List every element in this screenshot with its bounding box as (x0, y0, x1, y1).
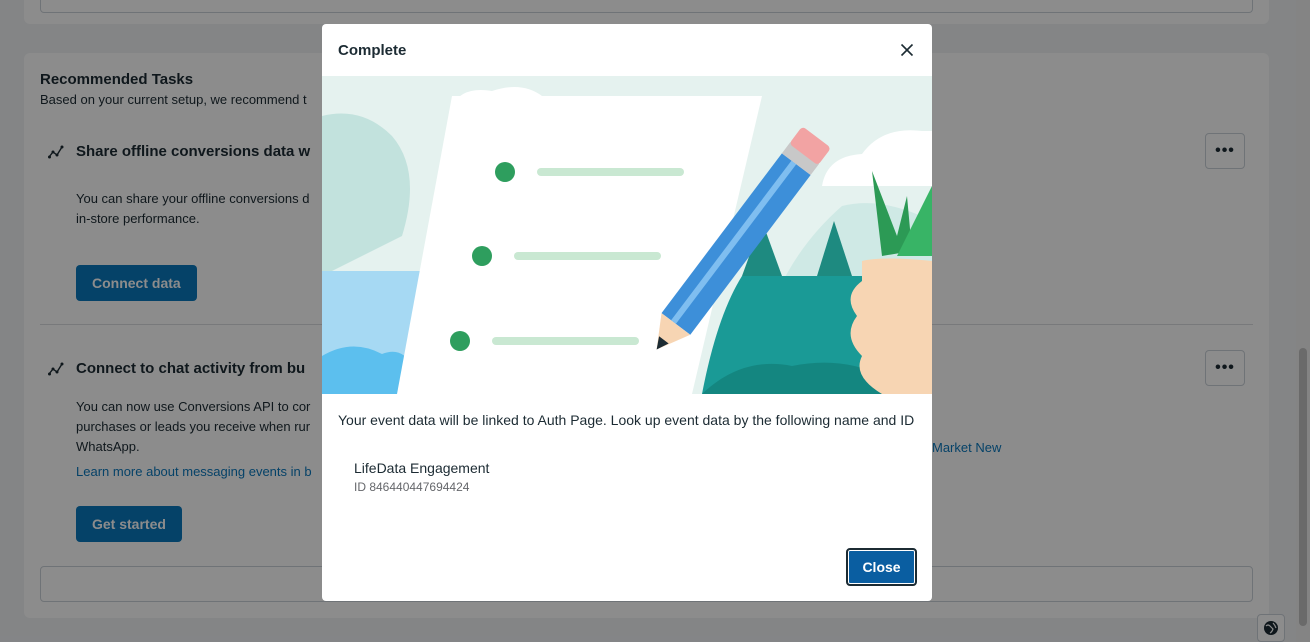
event-id: ID 846440447694424 (354, 480, 470, 494)
event-name: LifeData Engagement (354, 460, 490, 476)
dialog-title: Complete (338, 42, 407, 59)
close-button[interactable]: Close (846, 548, 917, 586)
close-icon[interactable] (898, 41, 916, 59)
dialog-header: Complete (322, 24, 932, 76)
dialog-message: Your event data will be linked to Auth P… (338, 412, 915, 428)
complete-dialog: Complete Your event data will be linked … (322, 24, 932, 601)
checklist-pencil-illustration (322, 76, 932, 394)
